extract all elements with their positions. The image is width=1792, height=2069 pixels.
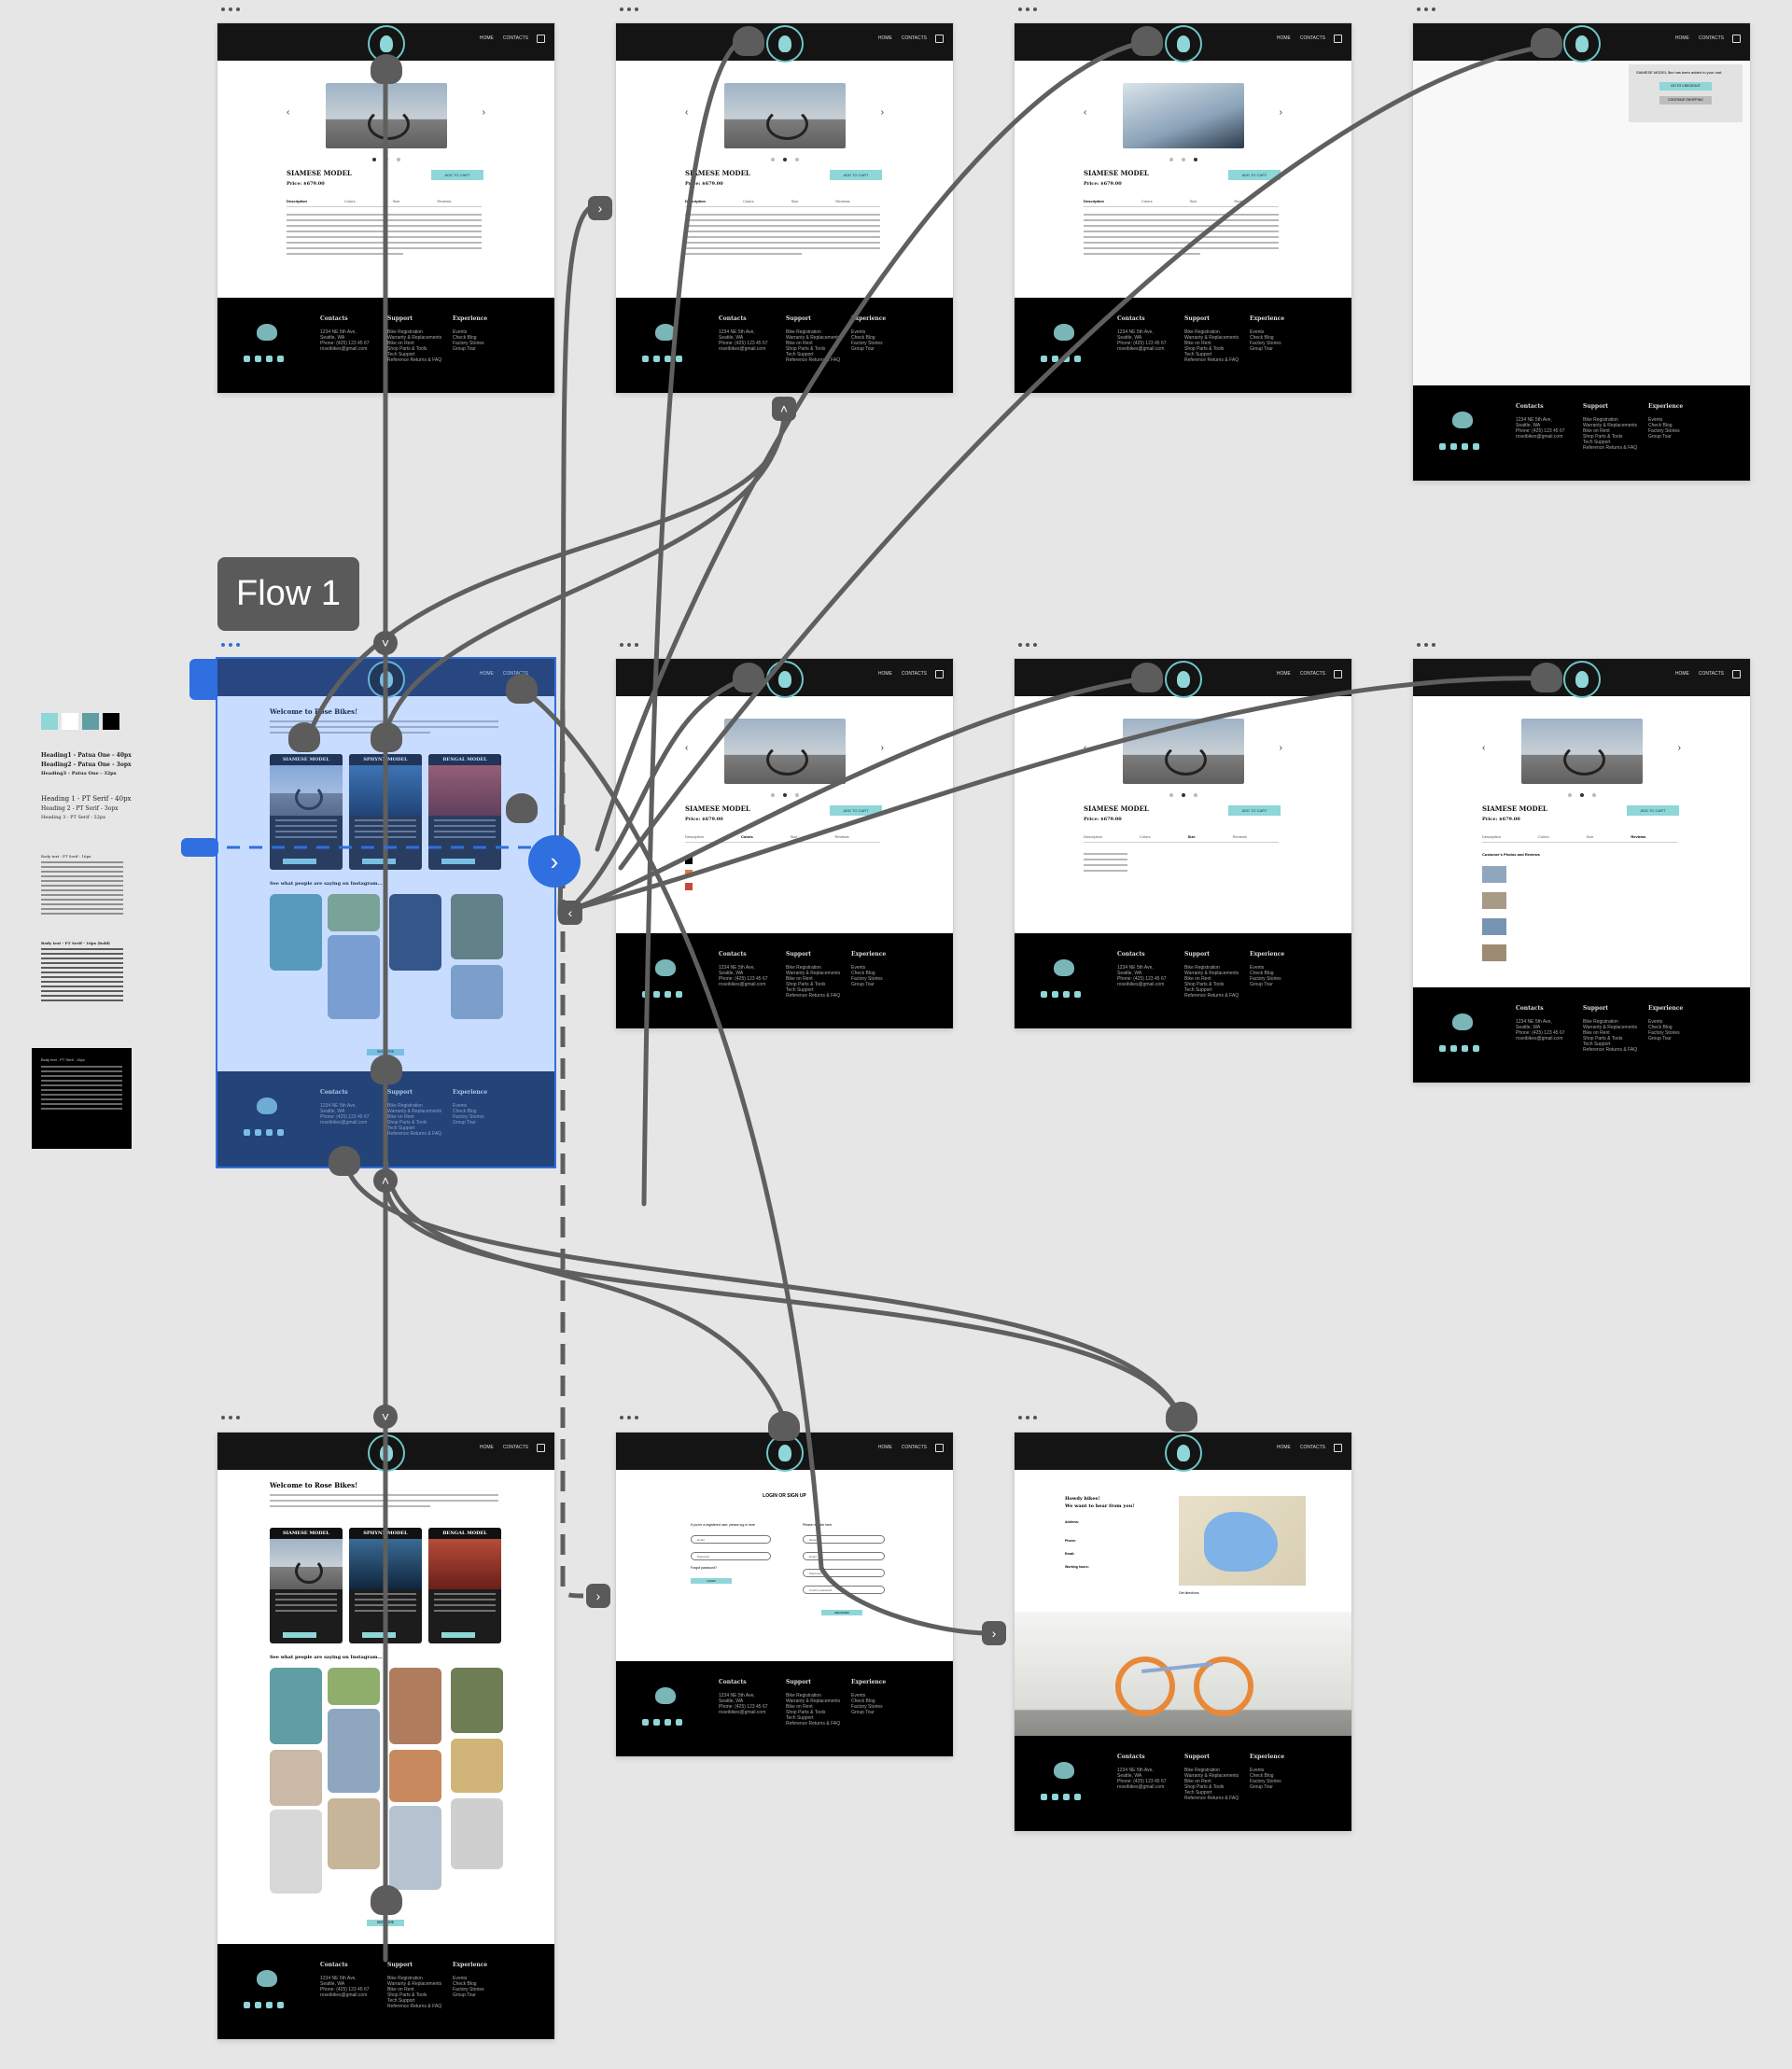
wire [557, 203, 600, 917]
wire-connector[interactable] [329, 1146, 360, 1176]
wire-connector[interactable] [506, 674, 538, 704]
wire [520, 688, 992, 1636]
wire [305, 415, 787, 740]
chevron-right-icon[interactable]: › [982, 1621, 1006, 1645]
wire-connector[interactable] [371, 722, 402, 752]
wire-connector[interactable] [506, 793, 538, 823]
chevron-right-icon[interactable]: › [586, 1584, 610, 1608]
chevron-right-icon[interactable]: › [588, 196, 612, 220]
chevron-down-icon[interactable]: ˅ [373, 631, 398, 655]
wire-connector[interactable] [371, 54, 402, 84]
wire-connector[interactable] [768, 1411, 800, 1441]
wire [618, 44, 1547, 871]
wire-connector[interactable] [1131, 663, 1163, 692]
wire-connector[interactable] [733, 26, 764, 56]
chevron-up-icon[interactable]: ˄ [772, 397, 796, 421]
wire-connector[interactable] [1531, 663, 1562, 692]
chevron-right-icon[interactable]: › [528, 835, 581, 888]
chevron-left-icon[interactable]: ‹ [558, 901, 582, 925]
wire-connector[interactable] [371, 1055, 402, 1084]
wire [567, 676, 1547, 913]
wire [641, 35, 749, 1207]
wire [383, 1154, 787, 1421]
wire-connector[interactable] [288, 722, 320, 752]
wire [380, 415, 787, 749]
chevron-up-icon[interactable]: ˄ [373, 1168, 398, 1193]
wire-connector[interactable] [1131, 26, 1163, 56]
wire-connector[interactable] [733, 663, 764, 692]
wire-connector[interactable] [1531, 28, 1562, 58]
wire [384, 1182, 1183, 1421]
prototype-wires [182, 35, 1547, 1963]
wire-connector[interactable] [371, 1885, 402, 1915]
chevron-down-icon[interactable]: ˅ [373, 1405, 398, 1429]
wire-connector[interactable] [1166, 1402, 1197, 1432]
